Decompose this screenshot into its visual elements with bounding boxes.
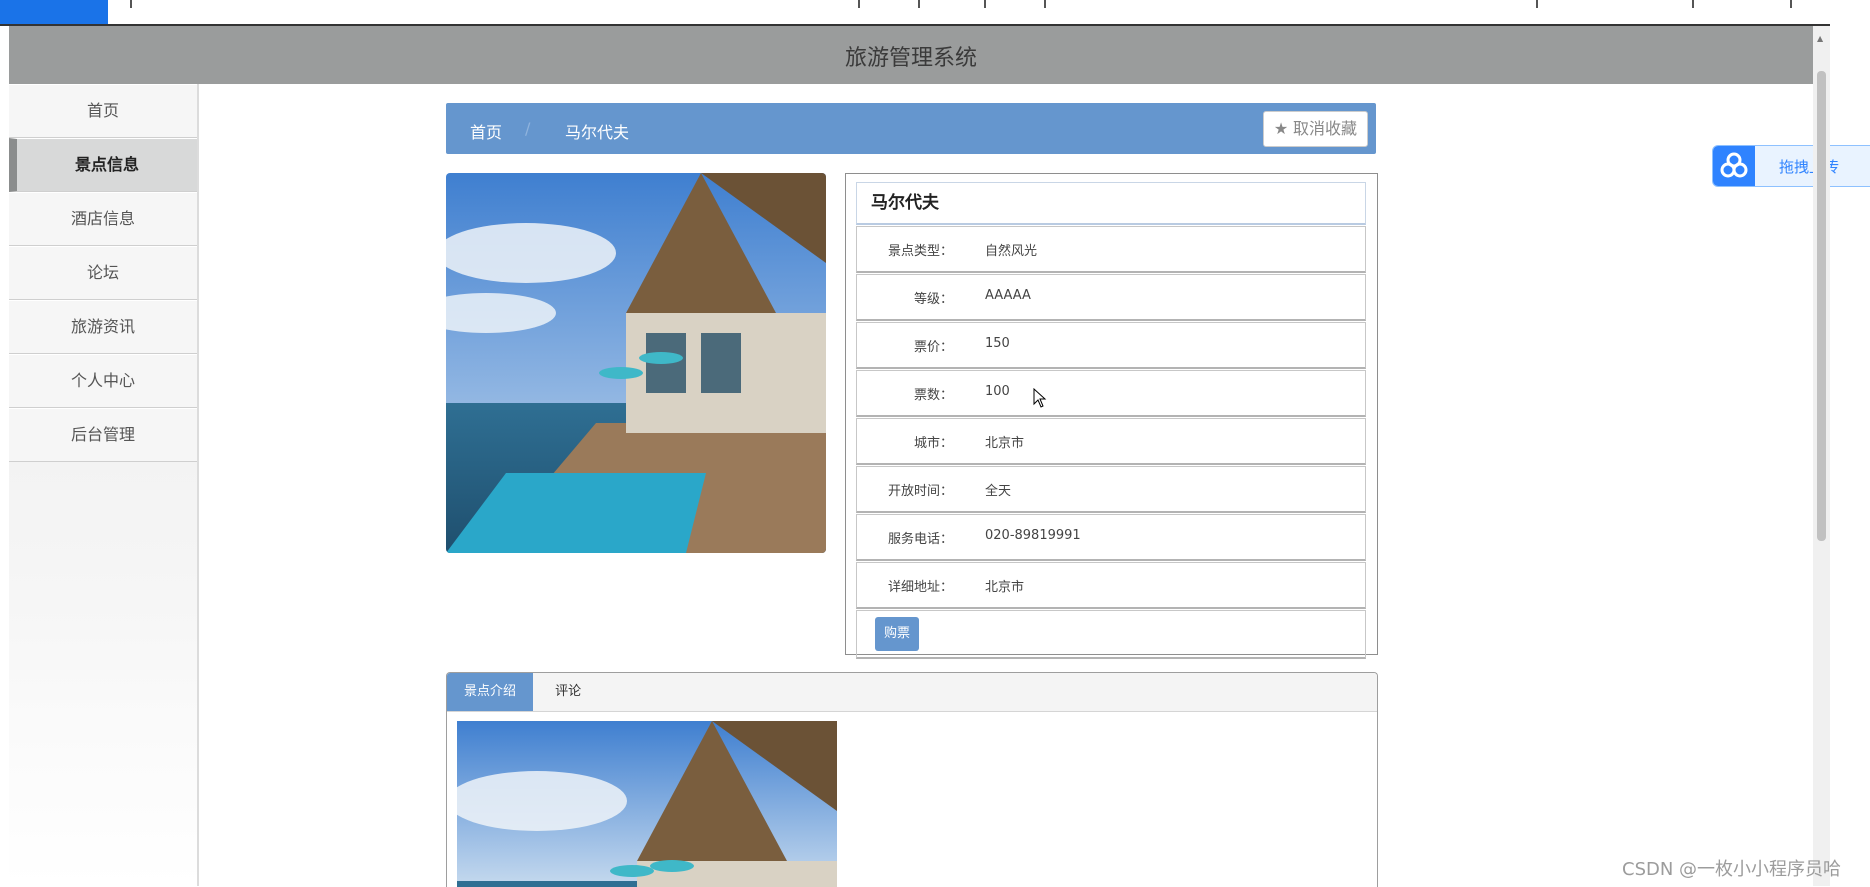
detail-tabs: 景点介绍 评论 — [446, 672, 1378, 887]
sidebar-item-forum[interactable]: 论坛 — [9, 246, 197, 300]
toolbar-mark — [858, 0, 860, 8]
field-value: 020-89819991 — [985, 528, 1081, 543]
unfavorite-button[interactable]: ★ 取消收藏 — [1262, 111, 1368, 147]
browser-toolbar — [0, 0, 1830, 26]
browser-tab-indicator — [0, 0, 108, 24]
page-scrollbar[interactable]: ▲ — [1813, 26, 1830, 886]
field-value: 全天 — [985, 484, 1012, 499]
info-row: 票数： 100 — [856, 370, 1366, 417]
sidebar-item-home[interactable]: 首页 — [9, 84, 197, 138]
field-value: AAAAA — [985, 288, 1031, 303]
toolbar-mark — [130, 0, 132, 8]
info-row: 开放时间： 全天 — [856, 466, 1366, 513]
scrollbar-thumb[interactable] — [1817, 71, 1826, 541]
field-value: 100 — [985, 384, 1010, 399]
breadcrumb-home-link[interactable]: 首页 — [470, 119, 502, 143]
info-row: 等级： AAAAA — [856, 274, 1366, 321]
sidebar-item-attractions[interactable]: 景点信息 — [9, 138, 197, 192]
sidebar-item-news[interactable]: 旅游资讯 — [9, 300, 197, 354]
field-label: 等级： — [913, 292, 953, 307]
tab-bar: 景点介绍 评论 — [447, 673, 1377, 712]
field-value: 北京市 — [985, 436, 1025, 451]
tab-comments[interactable]: 评论 — [538, 673, 598, 711]
buy-row: 购票 — [856, 610, 1366, 659]
field-label: 详细地址： — [887, 580, 953, 595]
mouse-cursor-icon — [1033, 387, 1047, 412]
field-label: 票数： — [913, 388, 953, 403]
info-row: 票价： 150 — [856, 322, 1366, 369]
attraction-photo — [446, 173, 826, 553]
app-title: 旅游管理系统 — [844, 46, 977, 71]
field-label: 服务电话： — [887, 532, 953, 547]
toolbar-mark — [1536, 0, 1538, 8]
sidebar: 首页 景点信息 酒店信息 论坛 旅游资讯 个人中心 后台管理 — [9, 84, 199, 886]
field-label: 景点类型： — [887, 244, 953, 259]
buy-ticket-button[interactable]: 购票 — [875, 617, 919, 651]
sidebar-item-profile[interactable]: 个人中心 — [9, 354, 197, 408]
scroll-up-icon[interactable]: ▲ — [1817, 34, 1823, 43]
tab-introduction[interactable]: 景点介绍 — [447, 673, 534, 711]
toolbar-mark — [984, 0, 986, 8]
unfavorite-label: 取消收藏 — [1292, 119, 1357, 138]
info-row: 城市： 北京市 — [856, 418, 1366, 465]
field-value: 北京市 — [985, 580, 1025, 595]
baidu-cloud-icon — [1713, 146, 1755, 186]
toolbar-mark — [918, 0, 920, 8]
sidebar-item-hotels[interactable]: 酒店信息 — [9, 192, 197, 246]
field-value: 自然风光 — [985, 244, 1038, 259]
field-label: 城市： — [913, 436, 953, 451]
star-icon: ★ — [1273, 119, 1289, 138]
drag-upload-label: 拖拽上传 — [1779, 158, 1840, 176]
sidebar-item-admin[interactable]: 后台管理 — [9, 408, 197, 462]
attraction-info-panel: 马尔代夫 景点类型： 自然风光 等级： AAAAA 票价： 150 票数： 10… — [845, 173, 1378, 659]
field-value: 150 — [985, 336, 1010, 351]
breadcrumb: 首页 / 马尔代夫 ★ 取消收藏 — [446, 103, 1376, 154]
info-row: 详细地址： 北京市 — [856, 562, 1366, 609]
toolbar-mark — [1692, 0, 1694, 8]
toolbar-mark — [1044, 0, 1046, 8]
info-row: 景点类型： 自然风光 — [856, 226, 1366, 273]
app-header: 旅游管理系统 — [9, 26, 1813, 84]
breadcrumb-separator: / — [525, 119, 531, 138]
breadcrumb-current: 马尔代夫 — [565, 123, 630, 142]
info-row: 服务电话： 020-89819991 — [856, 514, 1366, 561]
field-label: 开放时间： — [887, 484, 953, 499]
introduction-photo — [457, 721, 837, 887]
toolbar-mark — [1790, 0, 1792, 8]
field-label: 票价： — [913, 340, 953, 355]
watermark: CSDN @一枚小小程序员哈 — [1622, 859, 1842, 880]
attraction-name: 马尔代夫 — [856, 182, 1366, 225]
drag-upload-widget[interactable]: 拖拽上传 — [1712, 145, 1870, 187]
